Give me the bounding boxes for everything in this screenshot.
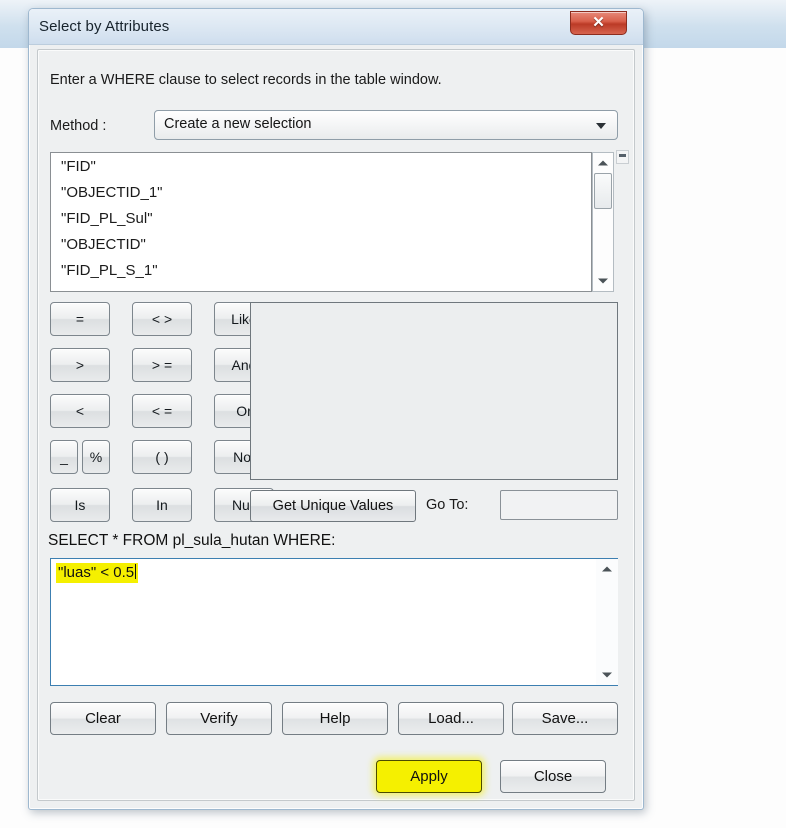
scroll-up-icon[interactable]	[593, 154, 613, 172]
scrollbar-thumb[interactable]	[594, 173, 612, 209]
title-bar: Select by Attributes ✕	[29, 9, 643, 45]
operator-parentheses-button[interactable]: ( )	[132, 440, 192, 474]
select-by-attributes-dialog: Select by Attributes ✕ Enter a WHERE cla…	[28, 8, 644, 810]
operator-in-button[interactable]: In	[132, 488, 192, 522]
window-title: Select by Attributes	[39, 18, 170, 35]
where-clause-scrollbar[interactable]	[596, 559, 618, 685]
where-clause-textarea[interactable]: "luas" < 0.5	[50, 558, 618, 686]
operator-is-button[interactable]: Is	[50, 488, 110, 522]
scroll-down-icon[interactable]	[596, 666, 618, 684]
chevron-down-icon	[596, 123, 606, 129]
list-item[interactable]: "FID"	[51, 153, 591, 179]
operator-percent-button[interactable]: %	[82, 440, 110, 474]
list-item[interactable]: "OBJECTID_1"	[51, 179, 591, 205]
load-button[interactable]: Load...	[398, 702, 504, 735]
method-dropdown[interactable]: Create a new selection	[154, 110, 618, 140]
operator-less-equal-button[interactable]: < =	[132, 394, 192, 428]
go-to-input[interactable]	[500, 490, 618, 520]
close-dialog-button[interactable]: Close	[500, 760, 606, 793]
method-label: Method :	[50, 118, 107, 134]
field-list[interactable]: "FID" "OBJECTID_1" "FID_PL_Sul" "OBJECTI…	[50, 152, 592, 292]
method-dropdown-value: Create a new selection	[164, 116, 312, 132]
select-statement-label: SELECT * FROM pl_sula_hutan WHERE:	[48, 532, 336, 549]
go-to-label: Go To:	[426, 497, 469, 513]
help-button[interactable]: Help	[282, 702, 388, 735]
scroll-up-icon[interactable]	[596, 560, 618, 578]
get-unique-values-button[interactable]: Get Unique Values	[250, 490, 416, 522]
field-list-scrollbar[interactable]	[592, 152, 614, 292]
operator-greater-equal-button[interactable]: > =	[132, 348, 192, 382]
operator-not-equals-button[interactable]: < >	[132, 302, 192, 336]
operator-equals-button[interactable]: =	[50, 302, 110, 336]
list-item[interactable]: "FID_PL_S_1"	[51, 257, 591, 283]
unique-values-list[interactable]	[250, 302, 618, 480]
operator-greater-button[interactable]: >	[50, 348, 110, 382]
scroll-down-icon[interactable]	[593, 272, 613, 290]
text-caret	[135, 564, 137, 579]
outer-scrollbar-cap[interactable]	[616, 150, 629, 164]
close-button[interactable]: ✕	[570, 11, 627, 35]
instruction-text: Enter a WHERE clause to select records i…	[50, 72, 442, 88]
list-item[interactable]: "FID_PL_Sul"	[51, 205, 591, 231]
operator-less-button[interactable]: <	[50, 394, 110, 428]
verify-button[interactable]: Verify	[166, 702, 272, 735]
where-clause-text: "luas" < 0.5	[56, 563, 139, 583]
save-button[interactable]: Save...	[512, 702, 618, 735]
close-icon: ✕	[592, 14, 605, 31]
apply-button[interactable]: Apply	[376, 760, 482, 793]
screen: Select by Attributes ✕ Enter a WHERE cla…	[0, 0, 786, 828]
operator-underscore-button[interactable]: _	[50, 440, 78, 474]
list-item[interactable]: "OBJECTID"	[51, 231, 591, 257]
clear-button[interactable]: Clear	[50, 702, 156, 735]
dialog-body: Enter a WHERE clause to select records i…	[37, 49, 635, 801]
where-clause-value: "luas" < 0.5	[58, 564, 135, 581]
